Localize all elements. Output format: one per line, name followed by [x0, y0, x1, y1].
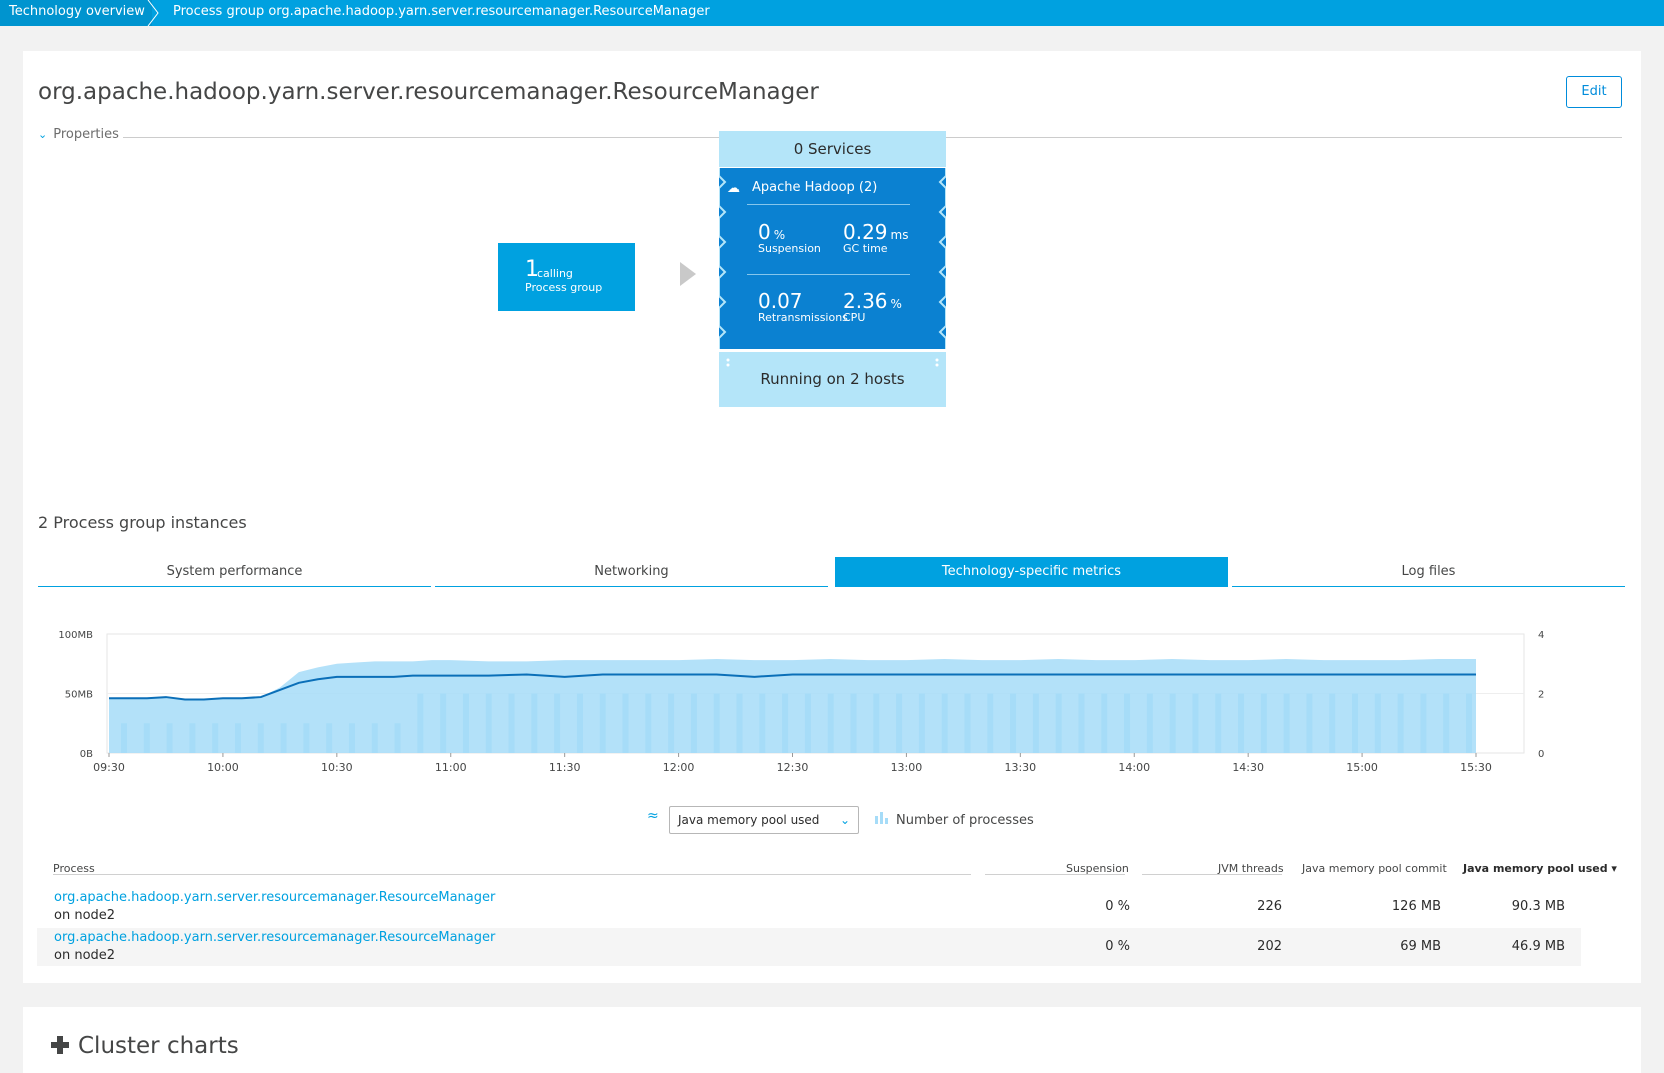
edit-button[interactable]: Edit [1566, 76, 1622, 108]
caller-label-1: calling [537, 267, 573, 280]
header-divider [1142, 874, 1282, 875]
tab-networking[interactable]: Networking [435, 557, 828, 587]
x-tick-label: 15:30 [1460, 761, 1492, 774]
x-tick-label: 14:30 [1232, 761, 1264, 774]
y-tick-left: 0B [80, 749, 93, 760]
services-tile[interactable]: 0 Services [719, 131, 946, 167]
process-group-name: Apache Hadoop (2) [752, 180, 878, 195]
tab-technology-specific-metrics[interactable]: Technology-specific metrics [835, 557, 1228, 587]
x-tick-label: 14:00 [1118, 761, 1150, 774]
process-link[interactable]: org.apache.hadoop.yarn.server.resourcema… [54, 890, 495, 905]
tab-log-files[interactable]: Log files [1232, 557, 1625, 587]
x-tick-label: 11:00 [435, 761, 467, 774]
metric-cpu: 2.36% CPU [843, 289, 902, 324]
cluster-charts-title: Cluster charts [78, 1033, 239, 1059]
calling-process-group-tile[interactable]: 1 calling Process group [498, 243, 635, 311]
hosts-label: Running on 2 hosts [760, 370, 905, 388]
memory-commit-area [109, 658, 1476, 753]
x-tick-label: 10:00 [207, 761, 239, 774]
y-tick-left: 100MB [58, 630, 93, 641]
x-tick-label: 10:30 [321, 761, 353, 774]
y-tick-left: 50MB [65, 690, 93, 701]
x-tick-label: 13:30 [1004, 761, 1036, 774]
chevron-down-icon: ⌄ [38, 128, 48, 141]
table-row: org.apache.hadoop.yarn.server.resourcema… [37, 888, 1581, 926]
process-host: on node2 [54, 948, 116, 963]
page-title: org.apache.hadoop.yarn.server.resourcema… [38, 79, 819, 105]
memory-chart: 100MB 50MB 0B 4 2 0 09:30 10:00 10:30 11:00 11:30 1… [58, 630, 1544, 774]
x-tick-label: 09:30 [93, 761, 125, 774]
x-tick-label: 12:00 [663, 761, 695, 774]
header-divider [985, 874, 1125, 875]
process-group-tile[interactable]: ☁ Apache Hadoop (2) 0% Suspension 0.29 ms… [719, 168, 946, 349]
breadcrumb-process-group[interactable]: Process group org.apache.hadoop.yarn.ser… [173, 0, 710, 26]
breadcrumb-technology-overview[interactable]: Technology overview [0, 0, 152, 26]
x-tick-label: 11:30 [549, 761, 581, 774]
header-divider [53, 874, 971, 875]
column-header-memory-used[interactable]: Java memory pool used ▾ [1463, 862, 1617, 875]
cell-jvm-threads: 202 [1257, 939, 1282, 954]
caller-label-2: Process group [525, 281, 603, 294]
cell-memory-used: 90.3 MB [1511, 899, 1565, 914]
y-tick-right: 0 [1538, 749, 1544, 760]
properties-toggle[interactable]: ⌄ Properties [38, 127, 119, 142]
chevron-down-icon: ⌄ [839, 813, 850, 827]
cluster-icon [51, 1036, 69, 1054]
metric-selector-value: Java memory pool used [678, 813, 820, 827]
breadcrumb: Technology overview Process group org.ap… [0, 0, 1664, 26]
hadoop-elephant-icon: ☁ [727, 181, 740, 196]
x-tick-label: 15:00 [1346, 761, 1378, 774]
cell-memory-commit: 69 MB [1400, 939, 1441, 954]
processes-legend-label: Number of processes [896, 813, 1034, 828]
y-tick-right: 4 [1538, 630, 1544, 641]
drag-handle-icon [935, 358, 939, 367]
cell-suspension: 0 % [1105, 939, 1130, 954]
hosts-tile[interactable]: Running on 2 hosts [719, 352, 946, 407]
jagged-edge-right [938, 168, 946, 349]
cell-memory-commit: 126 MB [1391, 899, 1441, 914]
metric-selector[interactable]: Java memory pool used ⌄ [669, 806, 859, 834]
cell-suspension: 0 % [1105, 899, 1130, 914]
bar-chart-icon [875, 812, 888, 824]
flow-arrow-icon [680, 262, 696, 286]
instances-title: 2 Process group instances [38, 513, 247, 532]
cell-memory-used: 46.9 MB [1511, 939, 1565, 954]
process-link[interactable]: org.apache.hadoop.yarn.server.resourcema… [54, 930, 495, 945]
metric-divider [747, 204, 910, 205]
metric-suspension: 0% Suspension [758, 220, 821, 255]
jagged-edge-left [719, 168, 727, 349]
x-tick-label: 13:00 [891, 761, 923, 774]
metric-divider [747, 274, 910, 275]
cell-jvm-threads: 226 [1257, 899, 1282, 914]
drag-handle-icon [726, 358, 730, 367]
properties-label: Properties [53, 127, 119, 142]
tab-system-performance[interactable]: System performance [38, 557, 431, 587]
y-tick-right: 2 [1538, 690, 1544, 701]
column-header-memory-commit[interactable]: Java memory pool commit [1302, 862, 1447, 875]
metric-gc-time: 0.29 ms GC time [843, 220, 909, 255]
series-wave-icon: ≈ [647, 808, 659, 824]
x-tick-label: 12:30 [777, 761, 809, 774]
process-host: on node2 [54, 908, 116, 923]
breadcrumb-separator-icon [147, 0, 159, 26]
cluster-charts-card: Cluster charts [23, 1007, 1641, 1073]
metric-retransmissions: 0.07 Retransmissions [758, 289, 848, 324]
table-row: org.apache.hadoop.yarn.server.resourcema… [37, 928, 1581, 966]
